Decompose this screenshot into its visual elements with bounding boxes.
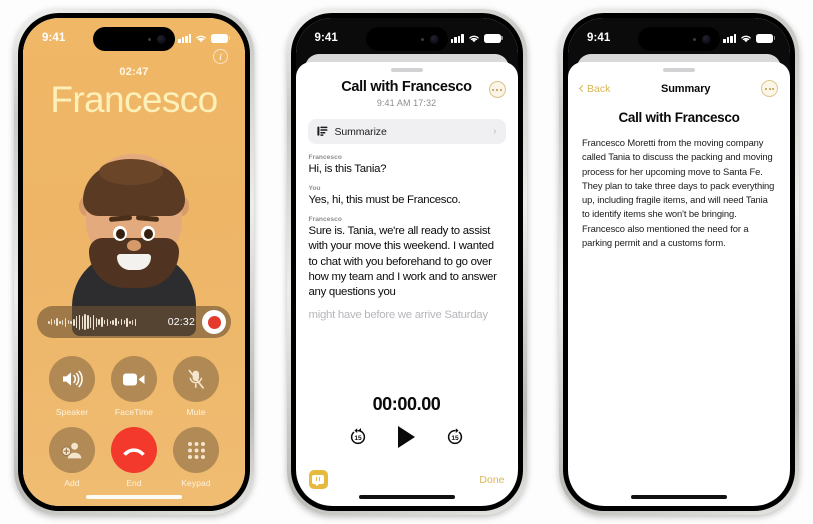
speaker-label: Francesco — [308, 216, 342, 224]
cellular-bars-icon — [450, 33, 464, 43]
status-time: 9:41 — [314, 32, 338, 44]
skip-forward-value: 15 — [451, 434, 459, 442]
skip-back-value: 15 — [354, 434, 362, 442]
skip-forward-15-icon[interactable]: 15 — [445, 427, 465, 447]
wifi-icon — [741, 35, 751, 42]
done-button[interactable]: Done — [479, 474, 504, 486]
control-end-call[interactable]: End — [111, 427, 157, 488]
control-label: Keypad — [181, 478, 211, 488]
transcript-entry: Francesco Hi, is this Tania? — [309, 154, 505, 177]
record-button[interactable] — [202, 310, 226, 334]
phone-2-bezel: 9:41 Call with Francesco 9:41 AM 17:32 S… — [290, 13, 523, 511]
phone-1-screen: 9:41 i 02:47 Francesco 02:32 Speaker Fac… — [23, 18, 245, 506]
cellular-bars-icon — [723, 33, 736, 43]
transcript-text: Hi, is this Tania? — [308, 163, 387, 175]
battery-icon — [211, 33, 231, 43]
control-label: End — [126, 478, 142, 488]
battery-icon — [483, 33, 503, 43]
phone-2-screen: 9:41 Call with Francesco 9:41 AM 17:32 S… — [295, 18, 518, 506]
chevron-right-icon: › — [493, 126, 497, 137]
caller-name: Francesco — [50, 79, 218, 120]
call-recording-bar[interactable]: 02:32 — [37, 306, 231, 338]
playback-controls: 15 15 — [296, 426, 518, 448]
control-facetime[interactable]: FaceTime — [111, 356, 157, 417]
transcript-sheet: Call with Francesco 9:41 AM 17:32 Summar… — [295, 62, 518, 506]
transcript-entry: Francesco Sure is. Tania, we're all read… — [309, 216, 505, 323]
add-person-icon[interactable] — [49, 427, 95, 473]
summary-title: Call with Francesco — [618, 110, 740, 125]
battery-icon — [756, 33, 776, 43]
chevron-left-icon — [578, 84, 587, 93]
call-controls-grid: Speaker FaceTime Mute Add End Keypad — [41, 356, 227, 488]
control-mute[interactable]: Mute — [173, 356, 219, 417]
play-icon[interactable] — [398, 426, 415, 448]
control-label: FaceTime — [114, 407, 154, 417]
microphone-muted-icon[interactable] — [173, 356, 219, 402]
status-time: 9:41 — [42, 32, 66, 44]
audio-player: 00:00.00 15 15 — [295, 387, 518, 448]
control-label: Add — [64, 478, 80, 488]
transcript-text: Yes, hi, this must be Francesco. — [308, 194, 461, 207]
summary-body: Francesco Moretti from the moving compan… — [582, 137, 775, 249]
transcript-entry: You Yes, hi, this must be Francesco. — [309, 185, 505, 208]
status-indicators — [450, 33, 503, 43]
speaker-label: Francesco — [308, 154, 342, 161]
phone-2-status-bar: 9:41 — [296, 18, 518, 52]
nav-title: Summary — [660, 82, 711, 95]
end-call-icon[interactable] — [111, 427, 157, 473]
home-indicator[interactable] — [86, 495, 182, 499]
transcript-footer: Done — [296, 470, 518, 489]
control-keypad[interactable]: Keypad — [173, 427, 219, 488]
phone-3-status-bar: 9:41 — [568, 18, 790, 52]
status-indicators — [723, 33, 776, 43]
more-options-icon[interactable] — [761, 80, 778, 97]
wifi-icon — [196, 35, 206, 42]
summary-sheet: Back Summary Call with Francesco Frances… — [568, 62, 790, 506]
phone-3-bezel: 9:41 Back Summary Call with Francesco Fr… — [563, 13, 795, 511]
more-options-icon[interactable] — [488, 81, 506, 98]
transcript-text: Sure is. Tania, we're all ready to assis… — [308, 225, 497, 298]
speaker-label: You — [308, 185, 321, 193]
document-lines-icon — [316, 126, 327, 136]
page-title: Call with Francesco — [341, 79, 472, 95]
summarize-button[interactable]: Summarize › — [307, 119, 506, 144]
audio-waveform — [48, 314, 161, 331]
phone-2-transcript: 9:41 Call with Francesco 9:41 AM 17:32 S… — [286, 9, 527, 515]
video-camera-icon[interactable] — [111, 356, 157, 402]
call-meta: 9:41 AM 17:32 — [376, 98, 437, 108]
summary-nav-bar: Back Summary — [568, 72, 790, 97]
speaker-icon[interactable] — [49, 356, 95, 402]
control-speaker[interactable]: Speaker — [49, 356, 95, 417]
phone-3-summary: 9:41 Back Summary Call with Francesco Fr… — [559, 9, 799, 515]
back-label: Back — [587, 82, 611, 95]
control-label: Mute — [186, 407, 206, 417]
summarize-label: Summarize — [334, 125, 387, 138]
home-indicator[interactable] — [631, 495, 727, 499]
recording-time: 02:32 — [167, 316, 195, 328]
wifi-icon — [468, 35, 479, 42]
quote-bubble-icon[interactable] — [308, 470, 328, 489]
cellular-bars-icon — [178, 33, 191, 43]
playback-time: 00:00.00 — [372, 394, 441, 414]
phone-1-bezel: 9:41 i 02:47 Francesco 02:32 Speaker Fac… — [18, 13, 250, 511]
control-label: Speaker — [55, 407, 89, 417]
transcript-text-faded: might have before we arrive Saturday — [308, 309, 489, 322]
back-button[interactable]: Back — [578, 82, 611, 95]
control-add[interactable]: Add — [49, 427, 95, 488]
phone-3-screen: 9:41 Back Summary Call with Francesco Fr… — [568, 18, 790, 506]
phone-1-active-call: 9:41 i 02:47 Francesco 02:32 Speaker Fac… — [14, 9, 254, 515]
status-indicators — [178, 33, 231, 43]
screenshot-stage: 9:41 i 02:47 Francesco 02:32 Speaker Fac… — [0, 0, 813, 524]
phone-1-status-bar: 9:41 — [23, 18, 245, 52]
skip-back-15-icon[interactable]: 15 — [348, 427, 368, 447]
transcript-list[interactable]: Francesco Hi, is this Tania? You Yes, hi… — [296, 144, 518, 323]
status-time: 9:41 — [587, 32, 611, 44]
home-indicator[interactable] — [358, 495, 455, 499]
keypad-icon[interactable] — [173, 427, 219, 473]
transcript-header: Call with Francesco 9:41 AM 17:32 — [296, 72, 518, 108]
